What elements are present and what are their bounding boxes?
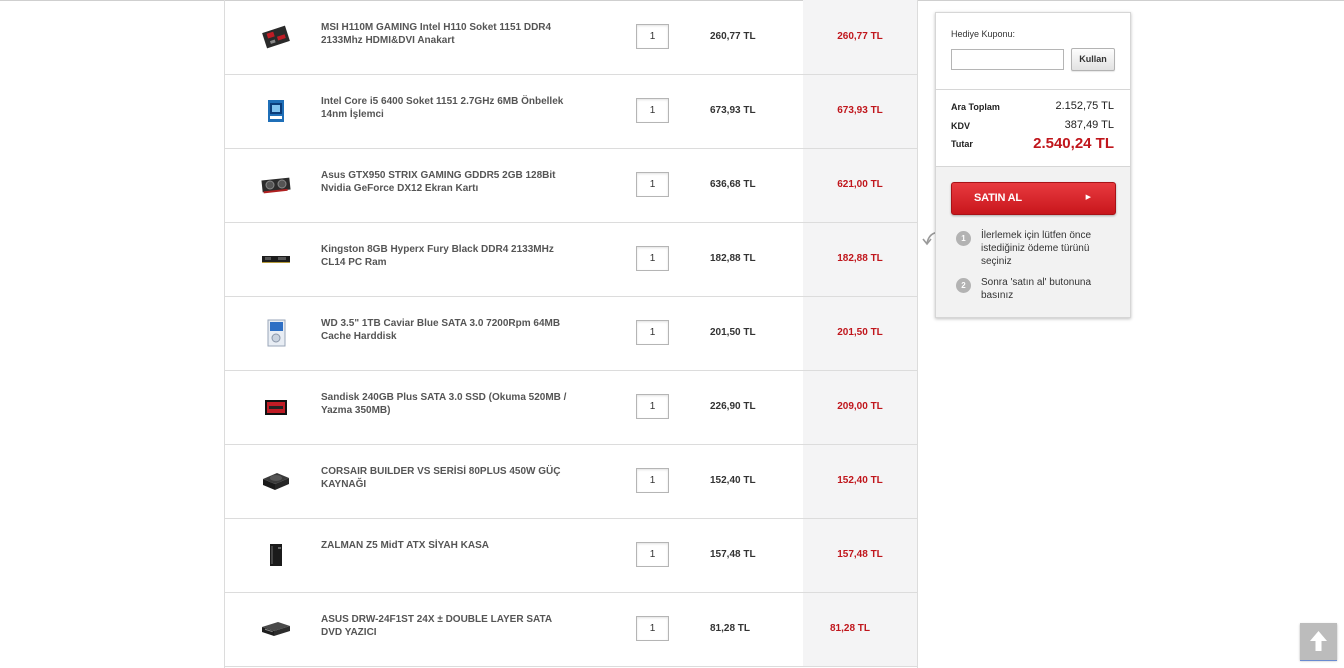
- cart-table: MSI H110M GAMING Intel H110 Soket 1151 D…: [224, 0, 918, 668]
- quantity-input[interactable]: 1: [636, 394, 669, 419]
- product-name-link[interactable]: ZALMAN Z5 MidT ATX SİYAH KASA: [321, 539, 573, 552]
- scroll-to-top-button[interactable]: [1300, 623, 1337, 660]
- tax-label: KDV: [951, 121, 971, 131]
- line-total-price: 81,28 TL: [829, 623, 871, 634]
- product-name-link[interactable]: MSI H110M GAMING Intel H110 Soket 1151 D…: [321, 21, 573, 47]
- unit-price: 260,77 TL: [710, 31, 756, 42]
- cart-row: MSI H110M GAMING Intel H110 Soket 1151 D…: [225, 0, 917, 75]
- pc-case-icon[interactable]: [259, 538, 293, 572]
- product-name-link[interactable]: Kingston 8GB Hyperx Fury Black DDR4 2133…: [321, 243, 573, 269]
- quantity-input[interactable]: 1: [636, 98, 669, 123]
- subtotal-label: Ara Toplam: [951, 102, 1000, 112]
- quantity-input[interactable]: 1: [636, 246, 669, 271]
- step-text: İlerlemek için lütfen önce istediğiniz ö…: [981, 230, 1092, 267]
- cart-row: ZALMAN Z5 MidT ATX SİYAH KASA 1 157,48 T…: [225, 518, 917, 593]
- buy-button[interactable]: SATIN AL ▶: [951, 182, 1116, 215]
- line-total-price: 673,93 TL: [837, 105, 883, 116]
- coupon-section: Hediye Kuponu: Kullan: [936, 13, 1130, 89]
- unit-price: 152,40 TL: [710, 475, 756, 486]
- motherboard-icon[interactable]: [259, 20, 293, 54]
- cart-row: Asus GTX950 STRIX GAMING GDDR5 2GB 128Bi…: [225, 148, 917, 223]
- line-total-price: 157,48 TL: [837, 549, 883, 560]
- unit-price: 182,88 TL: [710, 253, 756, 264]
- unit-price: 636,68 TL: [710, 179, 756, 190]
- cart-row: WD 3.5" 1TB Caviar Blue SATA 3.0 7200Rpm…: [225, 296, 917, 371]
- product-name-link[interactable]: Sandisk 240GB Plus SATA 3.0 SSD (Okuma 5…: [321, 391, 573, 417]
- quantity-input[interactable]: 1: [636, 616, 669, 641]
- cart-row: Intel Core i5 6400 Soket 1151 2.7GHz 6MB…: [225, 74, 917, 149]
- play-arrow-icon: ▶: [1085, 194, 1091, 201]
- line-total-price: 260,77 TL: [837, 31, 883, 42]
- total-value: 2.540,24 TL: [1033, 135, 1114, 152]
- total-label: Tutar: [951, 139, 973, 149]
- power-supply-icon[interactable]: [259, 464, 293, 498]
- unit-price: 157,48 TL: [710, 549, 756, 560]
- coupon-input[interactable]: [951, 49, 1064, 70]
- totals-section: Ara Toplam 2.152,75 TL KDV 387,49 TL Tut…: [936, 89, 1130, 167]
- hard-disk-icon[interactable]: [259, 316, 293, 350]
- unit-price: 226,90 TL: [710, 401, 756, 412]
- quantity-input[interactable]: 1: [636, 542, 669, 567]
- ram-icon[interactable]: [259, 242, 293, 276]
- order-summary-panel: Hediye Kuponu: Kullan Ara Toplam 2.152,7…: [935, 12, 1131, 318]
- step-number: 2: [956, 278, 971, 293]
- line-total-price: 209,00 TL: [837, 401, 883, 412]
- cpu-box-icon[interactable]: [259, 94, 293, 128]
- line-total-price: 152,40 TL: [837, 475, 883, 486]
- apply-coupon-button[interactable]: Kullan: [1071, 48, 1115, 71]
- arrow-up-icon: [1310, 631, 1327, 651]
- dvd-writer-icon[interactable]: [259, 612, 293, 646]
- product-name-link[interactable]: CORSAIR BUILDER VS SERİSİ 80PLUS 450W GÜ…: [321, 465, 573, 491]
- product-name-link[interactable]: WD 3.5" 1TB Caviar Blue SATA 3.0 7200Rpm…: [321, 317, 573, 343]
- unit-price: 201,50 TL: [710, 327, 756, 338]
- subtotal-value: 2.152,75 TL: [1055, 100, 1114, 112]
- graphics-card-icon[interactable]: [259, 168, 293, 202]
- scroll-button-underline: [1300, 660, 1337, 661]
- quantity-input[interactable]: 1: [636, 172, 669, 197]
- coupon-label: Hediye Kuponu:: [951, 29, 1016, 39]
- quantity-input[interactable]: 1: [636, 468, 669, 493]
- step-text: Sonra 'satın al' butonuna basınız: [981, 277, 1092, 301]
- cart-row: Sandisk 240GB Plus SATA 3.0 SSD (Okuma 5…: [225, 370, 917, 445]
- cart-row: Kingston 8GB Hyperx Fury Black DDR4 2133…: [225, 222, 917, 297]
- buy-button-label: SATIN AL: [974, 192, 1022, 204]
- quantity-input[interactable]: 1: [636, 24, 669, 49]
- unit-price: 673,93 TL: [710, 105, 756, 116]
- cart-row: ASUS DRW-24F1ST 24X ± DOUBLE LAYER SATA …: [225, 592, 917, 667]
- product-name-link[interactable]: ASUS DRW-24F1ST 24X ± DOUBLE LAYER SATA …: [321, 613, 573, 639]
- unit-price: 81,28 TL: [710, 623, 751, 634]
- line-total-price: 201,50 TL: [837, 327, 883, 338]
- step-number: 1: [956, 231, 971, 246]
- line-total-price: 621,00 TL: [837, 179, 883, 190]
- tax-value: 387,49 TL: [1064, 119, 1114, 131]
- cart-row: CORSAIR BUILDER VS SERİSİ 80PLUS 450W GÜ…: [225, 444, 917, 519]
- line-total-price: 182,88 TL: [837, 253, 883, 264]
- ssd-icon[interactable]: [259, 390, 293, 424]
- product-name-link[interactable]: Intel Core i5 6400 Soket 1151 2.7GHz 6MB…: [321, 95, 573, 121]
- product-name-link[interactable]: Asus GTX950 STRIX GAMING GDDR5 2GB 128Bi…: [321, 169, 573, 195]
- quantity-input[interactable]: 1: [636, 320, 669, 345]
